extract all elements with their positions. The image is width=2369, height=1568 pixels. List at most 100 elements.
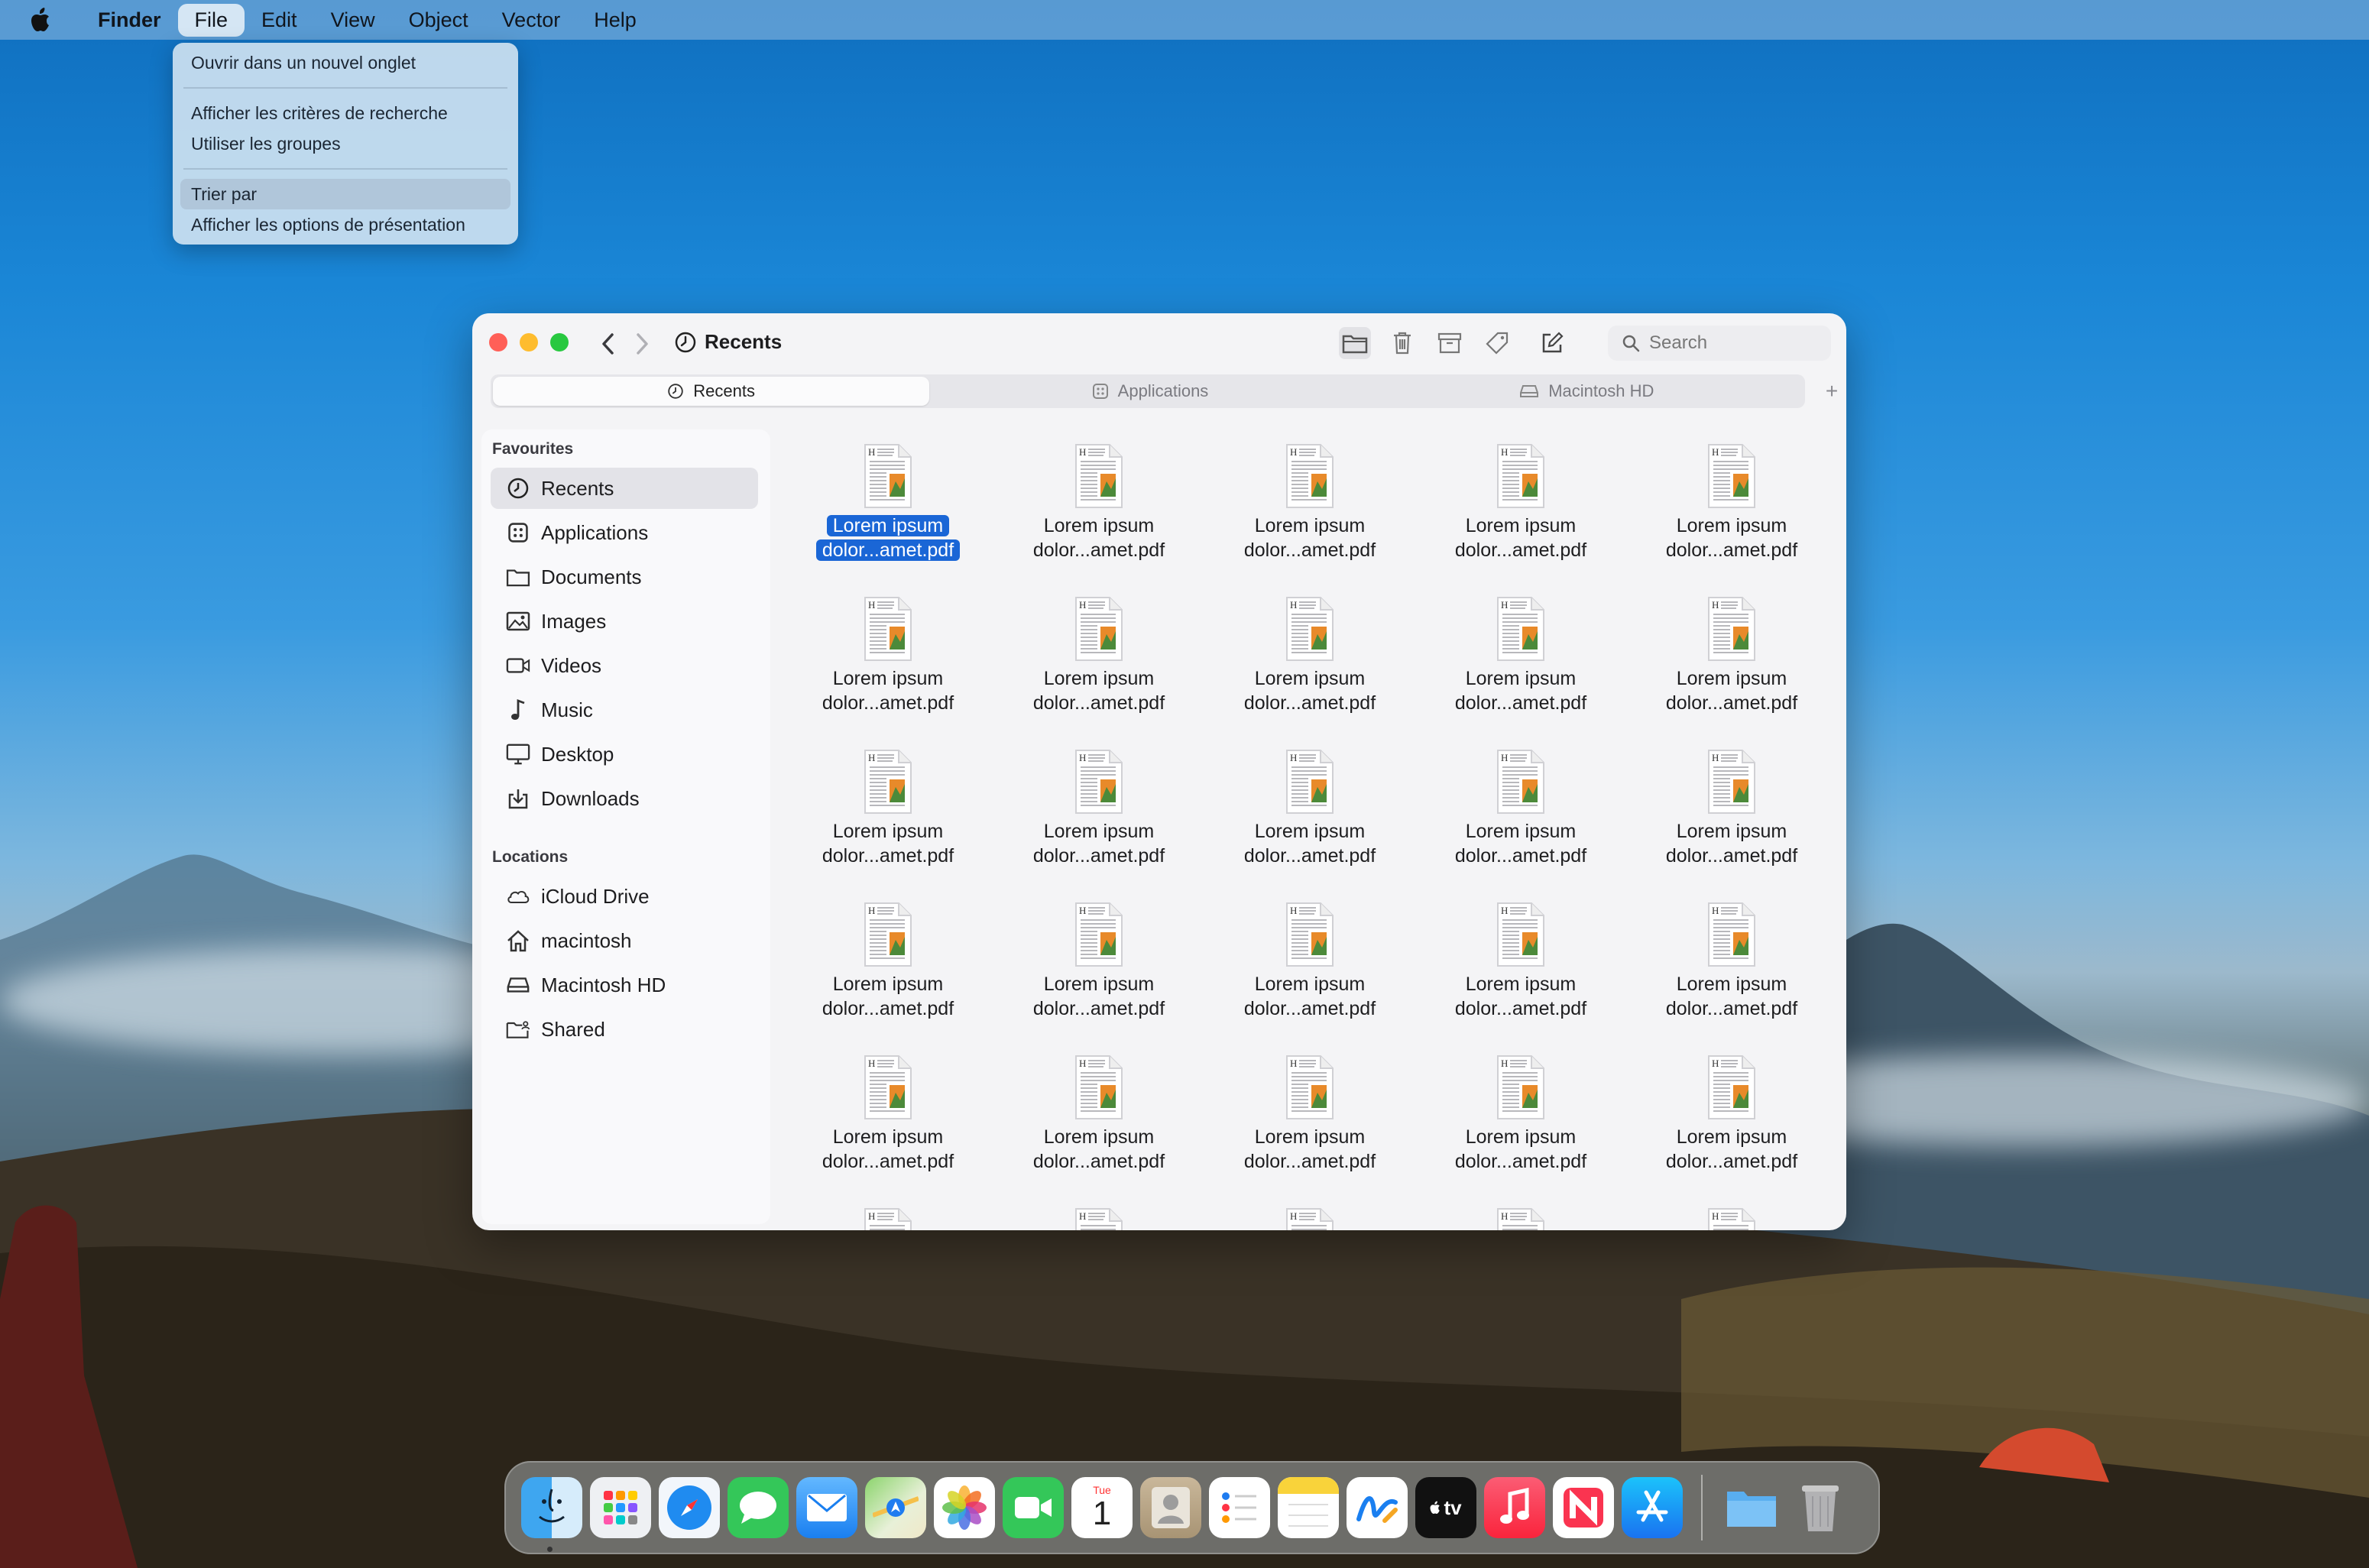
- dock-calendar[interactable]: Tue 1: [1071, 1477, 1133, 1538]
- sidebar-item-videos[interactable]: Videos: [491, 645, 758, 686]
- file-item[interactable]: H Lorem ipsum dolor...amet.pdf: [1429, 443, 1612, 562]
- file-item[interactable]: H Lorem ipsum dolor...amet.pdf: [1640, 902, 1823, 1021]
- dock-downloads-folder[interactable]: [1721, 1477, 1782, 1538]
- menu-view[interactable]: View: [314, 4, 392, 37]
- menu-vector[interactable]: Vector: [485, 4, 578, 37]
- search-field[interactable]: Search: [1608, 326, 1831, 361]
- app-store-icon: [1636, 1490, 1668, 1522]
- trash-button[interactable]: [1386, 327, 1418, 359]
- file-name: Lorem ipsum dolor...amet.pdf: [1007, 666, 1191, 715]
- dock-facetime[interactable]: [1003, 1477, 1064, 1538]
- dock-photos[interactable]: [934, 1477, 995, 1538]
- folder-view-button[interactable]: [1339, 327, 1371, 359]
- dock-trash[interactable]: [1790, 1477, 1851, 1538]
- file-name-line1: Lorem ipsum: [1676, 515, 1787, 536]
- photos-icon: [942, 1485, 987, 1530]
- file-item[interactable]: H Lorem ipsum dolor...amet.pdf: [796, 443, 980, 562]
- file-item[interactable]: H: [1429, 1207, 1612, 1230]
- sidebar-item-shared[interactable]: Shared: [491, 1009, 758, 1050]
- dock-maps[interactable]: [865, 1477, 926, 1538]
- file-item[interactable]: H Lorem ipsum dolor...amet.pdf: [1429, 596, 1612, 715]
- file-item[interactable]: H Lorem ipsum dolor...amet.pdf: [1218, 443, 1402, 562]
- menu-app-finder[interactable]: Finder: [81, 4, 178, 37]
- sidebar-item-applications[interactable]: Applications: [491, 512, 758, 553]
- file-item[interactable]: H Lorem ipsum dolor...amet.pdf: [1007, 443, 1191, 562]
- apple-icon[interactable]: [31, 7, 53, 33]
- sidebar-item-macintosh-hd[interactable]: Macintosh HD: [491, 964, 758, 1006]
- file-item[interactable]: H Lorem ipsum dolor...amet.pdf: [1218, 902, 1402, 1021]
- dock-music[interactable]: [1484, 1477, 1545, 1538]
- sidebar-item-recents[interactable]: Recents: [491, 468, 758, 509]
- file-item[interactable]: H Lorem ipsum dolor...amet.pdf: [1218, 596, 1402, 715]
- dock-contacts[interactable]: [1140, 1477, 1201, 1538]
- sidebar-item-images[interactable]: Images: [491, 601, 758, 642]
- dock-messages[interactable]: [728, 1477, 789, 1538]
- sidebar-item-macintosh[interactable]: macintosh: [491, 920, 758, 961]
- folder-icon: [506, 569, 530, 587]
- dock-mail[interactable]: [796, 1477, 857, 1538]
- menu-object[interactable]: Object: [392, 4, 485, 37]
- new-tab-button[interactable]: +: [1817, 376, 1846, 407]
- file-name-line1: Lorem ipsum: [1676, 668, 1787, 689]
- tab-bar: Recents Applications Macintosh HD: [491, 374, 1805, 408]
- dock-notes[interactable]: [1278, 1477, 1339, 1538]
- file-item[interactable]: H Lorem ipsum dolor...amet.pdf: [1640, 749, 1823, 868]
- dock-news[interactable]: [1553, 1477, 1614, 1538]
- file-item[interactable]: H Lorem ipsum dolor...amet.pdf: [1429, 749, 1612, 868]
- dock-launchpad[interactable]: [590, 1477, 651, 1538]
- file-item[interactable]: H Lorem ipsum dolor...amet.pdf: [1007, 902, 1191, 1021]
- dock-freeform[interactable]: [1347, 1477, 1408, 1538]
- menu-file[interactable]: File: [177, 3, 245, 37]
- file-item[interactable]: H Lorem ipsum dolor...amet.pdf: [796, 749, 980, 868]
- archive-button[interactable]: [1434, 327, 1466, 359]
- tab-recents[interactable]: Recents: [493, 377, 930, 406]
- file-item[interactable]: H: [796, 1207, 980, 1230]
- file-item[interactable]: H Lorem ipsum dolor...amet.pdf: [1218, 749, 1402, 868]
- file-name: Lorem ipsum dolor...amet.pdf: [1640, 513, 1823, 562]
- menu-item-open-new-tab[interactable]: Ouvrir dans un nouvel onglet: [180, 47, 510, 78]
- sidebar-item-desktop[interactable]: Desktop: [491, 734, 758, 775]
- dock-reminders[interactable]: [1209, 1477, 1270, 1538]
- sidebar-item-downloads[interactable]: Downloads: [491, 778, 758, 819]
- file-item[interactable]: H Lorem ipsum dolor...amet.pdf: [796, 596, 980, 715]
- messages-icon: [740, 1492, 776, 1524]
- file-item[interactable]: H Lorem ipsum dolor...amet.pdf: [1007, 749, 1191, 868]
- dock-finder[interactable]: [521, 1477, 582, 1538]
- tab-applications[interactable]: Applications: [932, 374, 1368, 408]
- tab-label: Recents: [693, 381, 756, 400]
- dock-app-store[interactable]: [1622, 1477, 1683, 1538]
- file-item[interactable]: H Lorem ipsum dolor...amet.pdf: [1218, 1055, 1402, 1174]
- sidebar-item-documents[interactable]: Documents: [491, 556, 758, 598]
- menu-item-show-view-options[interactable]: Afficher les options de présentation: [180, 209, 510, 240]
- file-item[interactable]: H Lorem ipsum dolor...amet.pdf: [1640, 443, 1823, 562]
- menu-edit[interactable]: Edit: [245, 4, 314, 37]
- file-item[interactable]: H Lorem ipsum dolor...amet.pdf: [796, 902, 980, 1021]
- clock-icon: [507, 478, 529, 499]
- tag-button[interactable]: [1481, 327, 1513, 359]
- menu-help[interactable]: Help: [577, 4, 653, 37]
- file-item[interactable]: H Lorem ipsum dolor...amet.pdf: [796, 1055, 980, 1174]
- menu-item-use-groups[interactable]: Utiliser les groupes: [180, 128, 510, 159]
- file-item[interactable]: H Lorem ipsum dolor...amet.pdf: [1429, 1055, 1612, 1174]
- zoom-button[interactable]: [550, 333, 569, 352]
- file-item[interactable]: H: [1640, 1207, 1823, 1230]
- file-item[interactable]: H: [1218, 1207, 1402, 1230]
- file-item[interactable]: H Lorem ipsum dolor...amet.pdf: [1007, 1055, 1191, 1174]
- file-item[interactable]: H Lorem ipsum dolor...amet.pdf: [1640, 596, 1823, 715]
- file-item[interactable]: H Lorem ipsum dolor...amet.pdf: [1429, 902, 1612, 1021]
- minimize-button[interactable]: [520, 333, 538, 352]
- menu-item-show-search-criteria[interactable]: Afficher les critères de recherche: [180, 98, 510, 128]
- menu-item-sort-by[interactable]: Trier par: [180, 179, 510, 209]
- sidebar-item-music[interactable]: Music: [491, 689, 758, 731]
- close-button[interactable]: [489, 333, 507, 352]
- back-icon[interactable]: [599, 332, 617, 356]
- edit-button[interactable]: [1536, 327, 1568, 359]
- file-item[interactable]: H: [1007, 1207, 1191, 1230]
- sidebar-item-icloud-drive[interactable]: iCloud Drive: [491, 876, 758, 917]
- dock-tv[interactable]: tv: [1415, 1477, 1476, 1538]
- dock-safari[interactable]: [659, 1477, 720, 1538]
- file-item[interactable]: H Lorem ipsum dolor...amet.pdf: [1007, 596, 1191, 715]
- tab-macintosh-hd[interactable]: Macintosh HD: [1369, 374, 1805, 408]
- file-item[interactable]: H Lorem ipsum dolor...amet.pdf: [1640, 1055, 1823, 1174]
- forward-icon[interactable]: [633, 332, 651, 356]
